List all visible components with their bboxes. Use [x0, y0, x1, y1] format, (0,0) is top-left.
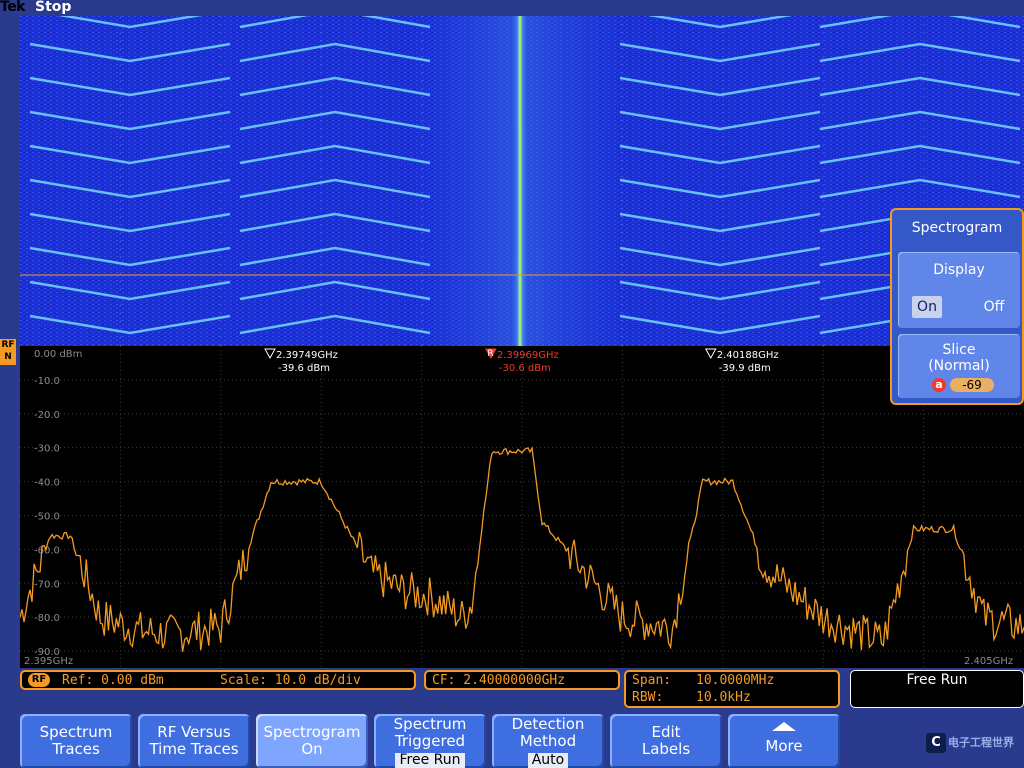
slice-label-line2: (Normal)	[928, 358, 990, 374]
span-value: 10.0000MHz	[696, 673, 775, 688]
rf-ground-marker: RF N	[0, 339, 16, 365]
y-tick-label: -80.0	[34, 613, 60, 624]
trigger-mode-text: Free Run	[906, 672, 968, 688]
rf-versus-time-traces-button[interactable]: RF Versus Time Traces	[138, 714, 250, 768]
ref-level-readout: Ref: 0.00 dBm	[62, 673, 164, 688]
y-tick-label: -70.0	[34, 579, 60, 590]
delta-marker[interactable]: 2.39749GHz -39.6 dBm	[264, 348, 338, 374]
rf-marker-line2: N	[4, 352, 12, 362]
softkey-label-line1: Detection	[511, 715, 585, 733]
slice-label: Slice (Normal)	[898, 342, 1020, 374]
rbw-label: RBW:	[632, 690, 664, 705]
ref-level-label: 0.00 dBm	[34, 349, 82, 360]
marker-triangle-icon	[264, 348, 276, 360]
acquisition-run-state[interactable]: Stop	[35, 0, 71, 15]
slice-label-line1: Slice	[942, 342, 976, 358]
marker-frequency: 2.39969GHz	[497, 350, 559, 361]
softkey-label-line1: Spectrum	[39, 723, 113, 741]
spectrogram-side-menu: Spectrogram Display On Off Slice (Normal…	[890, 208, 1024, 405]
reference-scale-readout[interactable]: RF Ref: 0.00 dBm Scale: 10.0 dB/div	[20, 670, 416, 690]
marker-level: -30.6 dBm	[499, 363, 551, 374]
y-tick-label: -20.0	[34, 410, 60, 421]
softkey-label-line1: Edit	[651, 723, 681, 741]
marker-frequency: 2.40188GHz	[717, 350, 779, 361]
marker-glyph: R	[487, 349, 493, 359]
rbw-value: 10.0kHz	[696, 690, 751, 705]
softkey-label-line1: More	[765, 737, 803, 755]
more-button[interactable]: More	[728, 714, 840, 768]
cf-text: CF: 2.40000000GHz	[432, 673, 566, 688]
spectrogram-image	[20, 16, 1024, 346]
display-on-option[interactable]: On	[912, 296, 942, 318]
watermark-icon: C	[926, 733, 946, 753]
display-off-option[interactable]: Off	[978, 296, 1010, 318]
softkey-value: Free Run	[395, 753, 465, 768]
softkey-label-line1: Spectrum	[393, 715, 467, 733]
softkey-label-line2: Method	[519, 732, 577, 750]
marker-level: -39.6 dBm	[278, 363, 330, 374]
chevron-up-icon	[772, 722, 796, 731]
softkey-label-line2: Time Traces	[149, 740, 239, 758]
spectrogram-display[interactable]	[20, 16, 1024, 346]
y-tick-label: -30.0	[34, 444, 60, 455]
brand-logo: Tek	[0, 0, 26, 15]
y-tick-label: -50.0	[34, 511, 60, 522]
softkey-label-line2: On	[301, 740, 323, 758]
edit-labels-button[interactable]: Edit Labels	[610, 714, 722, 768]
detection-method-button[interactable]: Detection Method Auto	[492, 714, 604, 768]
marker-frequency: 2.39749GHz	[276, 350, 338, 361]
spectrum-graph: -10.0-20.0-30.0-40.0-50.0-60.0-70.0-80.0…	[20, 346, 1024, 668]
multipurpose-knob-a-icon: a	[932, 378, 946, 392]
spectrum-triggered-button[interactable]: Spectrum Triggered Free Run	[374, 714, 486, 768]
trigger-mode-readout: Free Run	[850, 670, 1024, 708]
spectrum-plot[interactable]: -10.0 -20.0 -30.0 -40.0 -50.0 -60.0 -70.0 -80.0…	[20, 346, 1024, 668]
reference-marker[interactable]: R 2.39969GHz -30.6 dBm	[485, 348, 559, 374]
scale-readout: Scale: 10.0 dB/div	[220, 673, 361, 688]
marker-level: -39.9 dBm	[719, 363, 771, 374]
display-label: Display	[933, 262, 985, 278]
x-start-label: 2.395GHz	[24, 656, 73, 667]
rf-badge: RF	[28, 673, 50, 687]
side-menu-title: Spectrogram	[911, 220, 1003, 236]
softkey-label-line2: Triggered	[394, 732, 466, 750]
softkey-label-line1: RF Versus	[157, 723, 231, 741]
spectrum-traces-button[interactable]: Spectrum Traces	[20, 714, 132, 768]
span-rbw-readout[interactable]: Span: 10.0000MHz RBW: 10.0kHz	[624, 670, 840, 708]
marker-triangle-icon	[704, 348, 717, 360]
watermark-text: 电子工程世界	[948, 736, 1014, 749]
center-frequency-readout[interactable]: CF: 2.40000000GHz	[424, 670, 620, 690]
slice-button[interactable]: Slice (Normal) a -69	[898, 334, 1020, 398]
y-tick-label: -10.0	[34, 376, 60, 387]
watermark-logo: C 电子工程世界	[926, 733, 1022, 757]
display-toggle-button[interactable]: Display On Off	[898, 252, 1020, 328]
softkey-label-line2: Traces	[52, 740, 100, 758]
softkey-label-line2: Labels	[641, 740, 691, 758]
rf-marker-line1: RF	[1, 340, 15, 350]
status-bar: Tek Stop	[0, 0, 1024, 16]
x-end-label: 2.405GHz	[964, 656, 1013, 667]
y-tick-label: -40.0	[34, 478, 60, 489]
softkey-value: Auto	[527, 753, 569, 768]
delta-marker[interactable]: 2.40188GHz -39.9 dBm	[704, 348, 779, 374]
slice-value[interactable]: -69	[950, 378, 994, 392]
softkey-label-line1: Spectrogram	[263, 723, 361, 741]
spectrogram-on-button[interactable]: Spectrogram On	[256, 714, 368, 768]
span-label: Span:	[632, 673, 672, 688]
